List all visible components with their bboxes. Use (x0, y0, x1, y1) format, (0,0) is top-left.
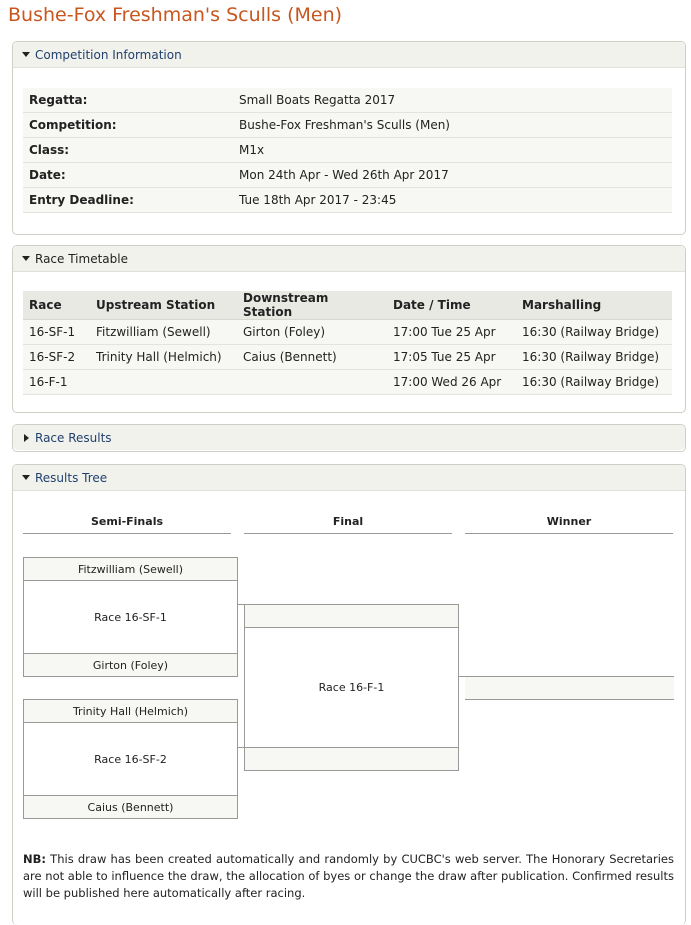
connector-line (238, 747, 244, 748)
sf1-bottom-crew: Girton (Foley) (23, 653, 238, 677)
race-results-panel: Race Results (12, 424, 686, 452)
marshalling-cell: 16:30 (Railway Bridge) (516, 319, 672, 345)
competition-info-panel: Competition Information Regatta: Small B… (12, 41, 686, 235)
info-value: Tue 18th Apr 2017 - 23:45 (233, 187, 672, 213)
competition-info-table: Regatta: Small Boats Regatta 2017 Compet… (23, 88, 672, 213)
connector-line (238, 604, 244, 605)
downstream-cell: Girton (Foley) (237, 319, 387, 345)
marshalling-cell: 16:30 (Railway Bridge) (516, 344, 672, 370)
info-row-regatta: Regatta: Small Boats Regatta 2017 (23, 88, 672, 113)
marshalling-cell: 16:30 (Railway Bridge) (516, 369, 672, 395)
info-row-competition: Competition: Bushe-Fox Freshman's Sculls… (23, 112, 672, 138)
collapse-triangle-icon (13, 475, 35, 480)
expand-triangle-icon (13, 433, 35, 442)
info-row-entry-deadline: Entry Deadline: Tue 18th Apr 2017 - 23:4… (23, 187, 672, 213)
downstream-cell: Caius (Bennett) (237, 344, 387, 370)
draw-note: NB: This draw has been created automatic… (23, 851, 674, 902)
info-value: M1x (233, 137, 672, 163)
table-row: 16-F-1 17:00 Wed 26 Apr 16:30 (Railway B… (23, 369, 672, 395)
info-label: Competition: (23, 112, 233, 138)
collapse-triangle-icon (13, 256, 35, 261)
race-cell: 16-SF-1 (23, 319, 90, 345)
info-label: Entry Deadline: (23, 187, 233, 213)
race-timetable-heading: Race Timetable (35, 251, 128, 266)
sf2-bottom-crew: Caius (Bennett) (23, 795, 238, 819)
race-cell: 16-F-1 (23, 369, 90, 395)
info-row-date: Date: Mon 24th Apr - Wed 26th Apr 2017 (23, 162, 672, 188)
info-value: Mon 24th Apr - Wed 26th Apr 2017 (233, 162, 672, 188)
final-column-header: Final (244, 515, 452, 534)
datetime-cell: 17:00 Wed 26 Apr (387, 369, 516, 395)
note-label: NB: (23, 852, 46, 866)
competition-info-toggle[interactable]: Competition Information (13, 42, 685, 68)
sf1-race-label: Race 16-SF-1 (23, 581, 238, 653)
column-header: Upstream Station (90, 291, 237, 320)
info-value: Small Boats Regatta 2017 (233, 88, 672, 113)
column-header: Downstream Station (237, 291, 387, 320)
competition-info-heading: Competition Information (35, 47, 182, 62)
race-cell: 16-SF-2 (23, 344, 90, 370)
info-value: Bushe-Fox Freshman's Sculls (Men) (233, 112, 672, 138)
final-race-label: Race 16-F-1 (244, 628, 459, 747)
note-text: This draw has been created automatically… (23, 852, 674, 900)
race-results-heading: Race Results (35, 430, 112, 445)
race-timetable-panel: Race Timetable Race Upstream Station Dow… (12, 245, 686, 413)
table-row: 16-SF-1 Fitzwilliam (Sewell) Girton (Fol… (23, 319, 672, 345)
info-label: Class: (23, 137, 233, 163)
datetime-cell: 17:05 Tue 25 Apr (387, 344, 516, 370)
page-title: Bushe-Fox Freshman's Sculls (Men) (8, 4, 343, 26)
final-top-crew (244, 604, 459, 628)
winner-slot (465, 676, 674, 700)
info-label: Date: (23, 162, 233, 188)
results-tree-heading: Results Tree (35, 470, 108, 485)
column-header: Race (23, 291, 90, 320)
connector-line (459, 676, 465, 677)
datetime-cell: 17:00 Tue 25 Apr (387, 319, 516, 345)
upstream-cell: Trinity Hall (Helmich) (90, 344, 237, 370)
race-timetable-toggle[interactable]: Race Timetable (13, 246, 685, 272)
race-timetable-table: Race Upstream Station Downstream Station… (23, 291, 672, 395)
column-header: Marshalling (516, 291, 672, 320)
sf2-top-crew: Trinity Hall (Helmich) (23, 699, 238, 723)
results-tree-panel: Results Tree Semi-Finals Final Winner Fi… (12, 464, 686, 925)
downstream-cell (237, 369, 387, 395)
final-bottom-crew (244, 747, 459, 771)
sf2-race-label: Race 16-SF-2 (23, 723, 238, 795)
sf1-top-crew: Fitzwilliam (Sewell) (23, 557, 238, 581)
info-row-class: Class: M1x (23, 137, 672, 163)
info-label: Regatta: (23, 88, 233, 113)
upstream-cell (90, 369, 237, 395)
column-header: Date / Time (387, 291, 516, 320)
upstream-cell: Fitzwilliam (Sewell) (90, 319, 237, 345)
semi-finals-column-header: Semi-Finals (23, 515, 231, 534)
table-header-row: Race Upstream Station Downstream Station… (23, 291, 672, 320)
race-results-toggle[interactable]: Race Results (13, 425, 685, 450)
table-row: 16-SF-2 Trinity Hall (Helmich) Caius (Be… (23, 344, 672, 370)
collapse-triangle-icon (13, 52, 35, 57)
results-tree-toggle[interactable]: Results Tree (13, 465, 685, 491)
winner-column-header: Winner (465, 515, 673, 534)
